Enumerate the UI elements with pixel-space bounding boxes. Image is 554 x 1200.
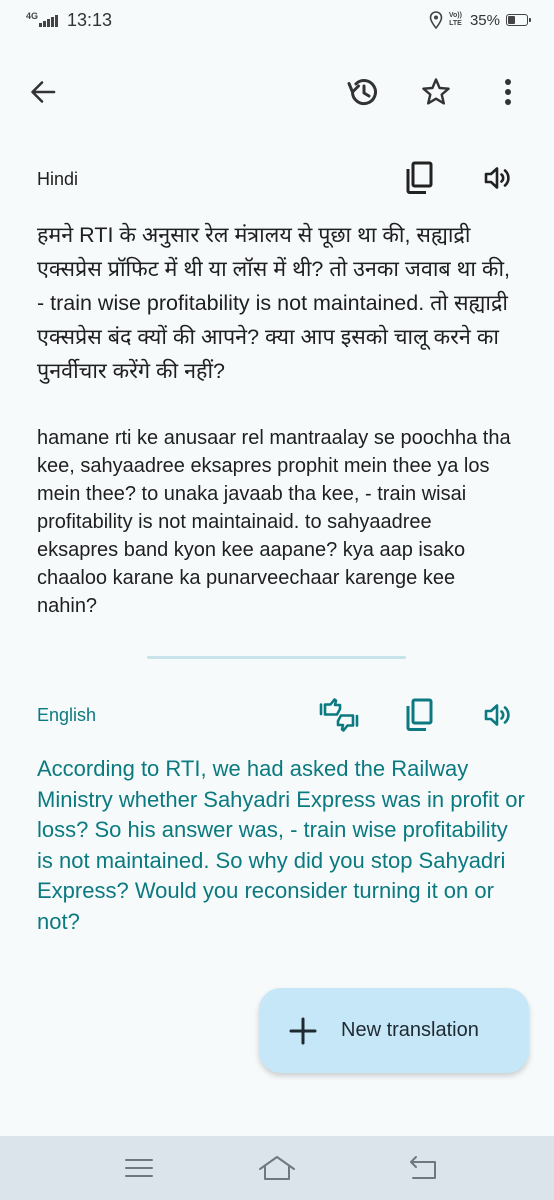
new-translation-label: New translation [341, 1019, 479, 1041]
copy-source-button[interactable] [395, 154, 443, 202]
transliteration-text: hamane rti ke anusaar rel mantraalay se … [37, 427, 511, 617]
speaker-icon [484, 704, 510, 726]
more-options-button[interactable] [484, 68, 532, 116]
section-divider [147, 656, 406, 659]
copy-translation-button[interactable] [395, 691, 443, 739]
volte-indicator: Vo)) LTE [449, 12, 462, 28]
copy-icon [406, 161, 433, 194]
source-language-label[interactable]: Hindi [37, 169, 78, 190]
status-right: Vo)) LTE 35% [429, 11, 531, 29]
system-nav-bar [0, 1136, 554, 1200]
battery-icon [506, 14, 531, 26]
back-button[interactable] [19, 68, 67, 116]
network-type: 4G [26, 10, 39, 21]
more-vert-icon [505, 79, 511, 105]
new-translation-button[interactable]: New translation [259, 988, 529, 1073]
star-outline-icon [422, 78, 450, 105]
source-text[interactable]: हमने RTI के अनुसार रेल मंत्रालय से पूछा … [37, 218, 519, 388]
status-left: 4G 13:13 [26, 10, 112, 31]
return-icon [410, 1156, 436, 1179]
system-back-button[interactable] [403, 1150, 443, 1186]
arrow-left-icon [31, 81, 56, 103]
battery-percent: 35% [469, 11, 500, 29]
status-bar: 4G 13:13 Vo)) LTE 35% [0, 0, 554, 44]
signal-icon [39, 14, 59, 27]
plus-icon [289, 1017, 317, 1044]
volte-top: Vo)) [448, 12, 462, 19]
translation-text[interactable]: According to RTI, we had asked the Railw… [37, 754, 527, 937]
copy-icon [406, 698, 433, 731]
home-button[interactable] [257, 1150, 297, 1186]
speak-source-button[interactable] [475, 154, 523, 202]
location-icon [429, 11, 443, 29]
rate-translation-button[interactable] [315, 691, 363, 739]
recent-apps-button[interactable] [119, 1150, 159, 1186]
home-icon [259, 1156, 295, 1180]
battery-level-fill [508, 16, 515, 24]
favorite-button[interactable] [412, 68, 460, 116]
status-time: 13:13 [67, 10, 113, 30]
menu-icon [125, 1159, 153, 1177]
history-icon [347, 79, 377, 106]
volte-bottom: LTE [449, 20, 462, 27]
thumbs-feedback-icon [319, 698, 359, 732]
speaker-icon [484, 167, 510, 189]
history-button[interactable] [339, 68, 387, 116]
target-language-label[interactable]: English [37, 705, 96, 726]
speak-translation-button[interactable] [475, 691, 523, 739]
